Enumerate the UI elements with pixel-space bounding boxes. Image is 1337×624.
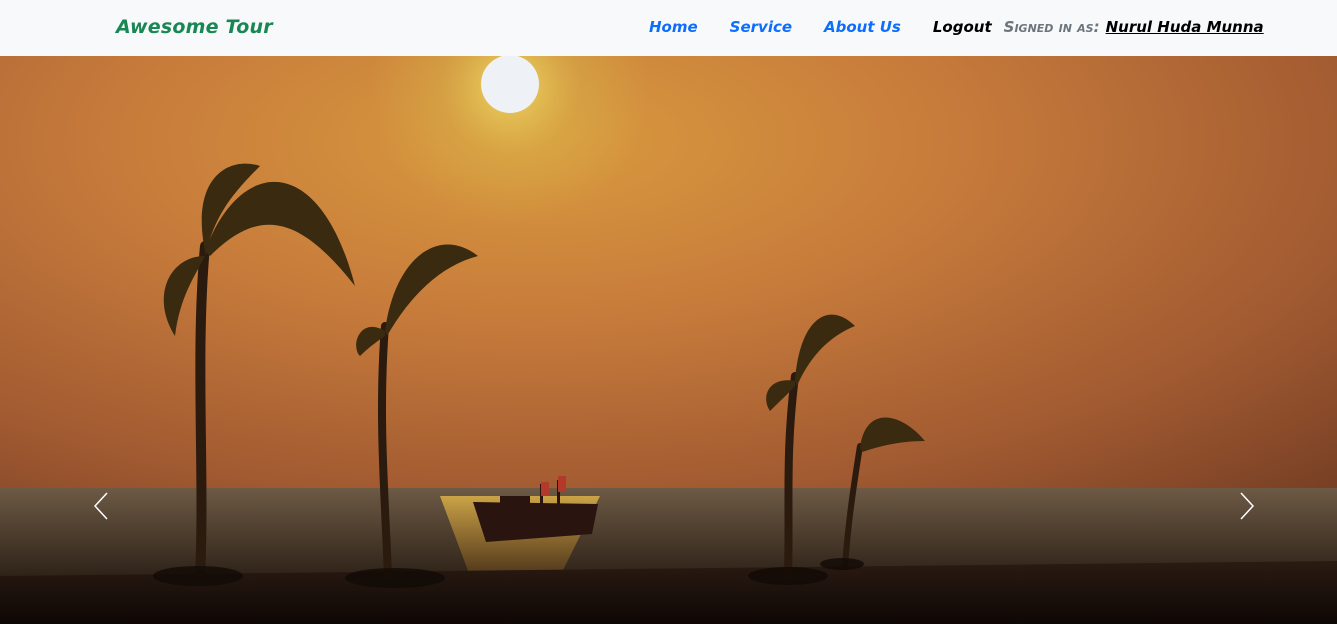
hero-carousel <box>0 56 1337 624</box>
navbar: Awesome Tour Home Service About Us Logou… <box>0 0 1337 56</box>
hero-slide-image <box>0 56 1337 624</box>
chevron-right-icon <box>1239 491 1255 521</box>
user-name-link[interactable]: Nurul Huda Munna <box>1106 18 1264 36</box>
signed-in-label: Signed in as: <box>1003 18 1100 36</box>
logout-button[interactable]: Logout <box>933 18 992 36</box>
brand-logo[interactable]: Awesome Tour <box>116 16 273 38</box>
carousel-prev-button[interactable] <box>81 476 121 536</box>
carousel-next-button[interactable] <box>1227 476 1267 536</box>
nav-home-link[interactable]: Home <box>649 18 698 36</box>
chevron-left-icon <box>93 491 109 521</box>
nav-about-link[interactable]: About Us <box>824 18 901 36</box>
nav-links: Home Service About Us Logout Signed in a… <box>649 18 1264 36</box>
nav-service-link[interactable]: Service <box>730 18 792 36</box>
